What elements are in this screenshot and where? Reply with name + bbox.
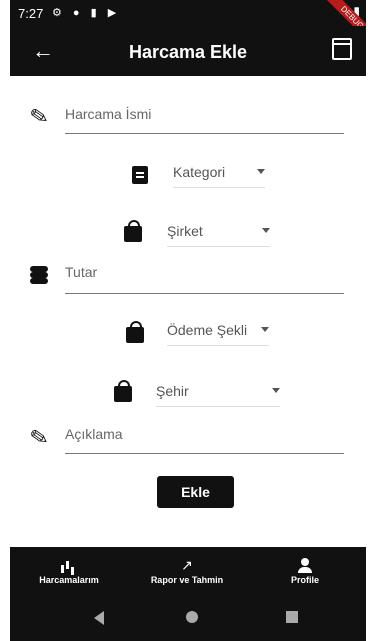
person-icon — [295, 557, 315, 573]
expense-form: Harcama İsmi Kategori Şirket Tutar Ödeme… — [10, 76, 366, 547]
trending-up-icon: ↗ — [181, 557, 193, 573]
tab-label: Rapor ve Tahmin — [150, 575, 224, 585]
tab-label: Harcamalarım — [39, 575, 99, 585]
tab-rapor-ve-tahmin[interactable]: ↗ Rapor ve Tahmin — [128, 547, 246, 597]
dropdown-arrow-icon — [261, 327, 269, 332]
status-icons: ⚙ ● ▮ ▶ — [52, 7, 121, 19]
add-button[interactable]: Ekle — [157, 476, 234, 508]
company-dropdown[interactable]: Şirket — [167, 223, 270, 247]
calendar-icon[interactable] — [332, 38, 352, 60]
shopping-bag-icon — [114, 380, 132, 402]
company-value: Şirket — [167, 223, 203, 239]
tab-label: Profile — [290, 575, 319, 585]
app-bar: ← Harcama Ekle — [10, 26, 366, 76]
category-dropdown[interactable]: Kategori — [173, 164, 265, 188]
system-home-icon[interactable] — [186, 611, 198, 623]
pencil-icon — [30, 428, 48, 446]
payment-method-value: Ödeme Şekli — [167, 322, 248, 338]
system-back-icon[interactable] — [94, 611, 104, 625]
shopping-bag-icon — [126, 321, 144, 343]
dropdown-arrow-icon — [257, 169, 265, 174]
tab-harcamalarim[interactable]: Harcamalarım — [10, 547, 128, 597]
pencil-icon — [30, 107, 48, 125]
expense-name-underline — [65, 133, 344, 134]
payment-method-dropdown[interactable]: Ödeme Şekli — [167, 322, 269, 346]
app-frame: 7:27 ⚙ ● ▮ ▶ ▼▮ DEBUG ← Harcama Ekle Har… — [10, 0, 366, 641]
status-bar: 7:27 ⚙ ● ▮ ▶ ▼▮ DEBUG — [10, 0, 366, 45]
description-field[interactable]: Açıklama — [65, 426, 123, 442]
amount-field[interactable]: Tutar — [65, 264, 97, 280]
tab-profile[interactable]: Profile — [246, 547, 364, 597]
bottom-navigation: Harcamalarım ↗ Rapor ve Tahmin Profile — [10, 547, 366, 597]
page-title: Harcama Ekle — [128, 42, 248, 62]
amount-underline — [65, 293, 344, 294]
city-dropdown[interactable]: Şehir — [156, 383, 280, 407]
coins-icon — [30, 264, 48, 284]
shopping-bag-icon — [124, 220, 142, 242]
expense-name-field[interactable]: Harcama İsmi — [65, 106, 151, 122]
system-navigation-bar — [10, 597, 366, 641]
dropdown-arrow-icon — [262, 228, 270, 233]
book-icon — [132, 166, 148, 184]
description-underline — [65, 453, 344, 454]
bar-chart-icon — [59, 557, 79, 573]
category-value: Kategori — [173, 164, 226, 180]
status-time: 7:27 — [18, 6, 44, 21]
system-recents-icon[interactable] — [286, 611, 298, 623]
city-value: Şehir — [156, 383, 189, 399]
dropdown-arrow-icon — [272, 388, 280, 393]
